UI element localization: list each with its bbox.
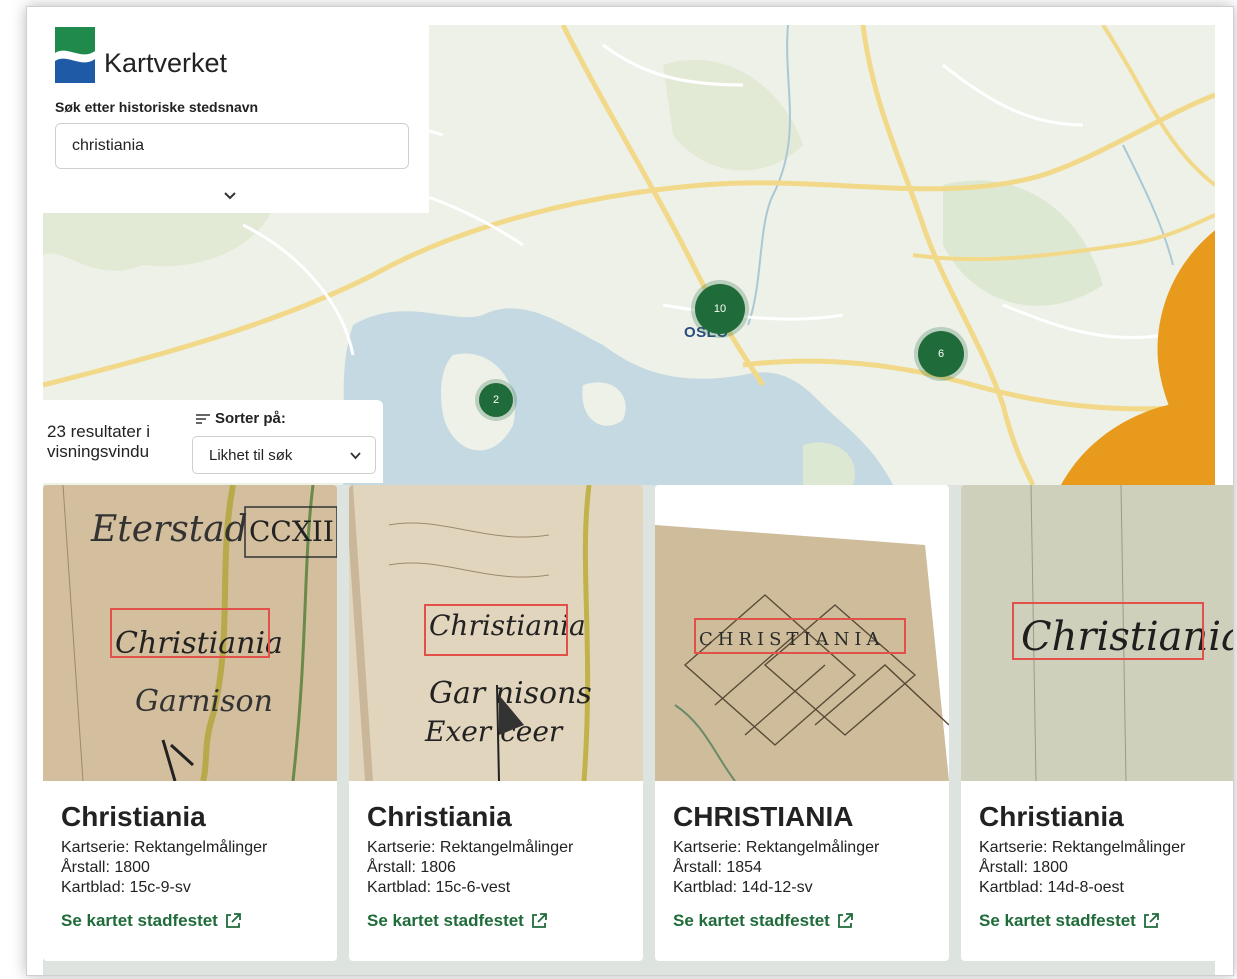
- result-card[interactable]: Christiania Christiania Kartserie: Rekta…: [961, 485, 1233, 961]
- external-link-icon: [1143, 913, 1159, 928]
- sort-label: Sorter på:: [195, 410, 286, 427]
- results-toolbar: 23 resultater i visningsvindu Sorter på:…: [43, 400, 383, 483]
- svg-text:Eterstad: Eterstad: [90, 509, 248, 550]
- see-map-link-label: Se kartet stadfestet: [979, 911, 1136, 930]
- external-link-icon: [531, 913, 547, 928]
- card-meta: Kartserie: Rektangelmålinger Årstall: 18…: [61, 838, 267, 898]
- see-map-link[interactable]: Se kartet stadfestet: [979, 911, 1160, 931]
- card-title: Christiania: [979, 801, 1124, 832]
- search-label: Søk etter historiske stedsnavn: [55, 99, 259, 115]
- results-count: 23 resultater i visningsvindu: [47, 422, 150, 461]
- map-snippet-image: CCXII Eterstad Christiania Garnison: [43, 485, 337, 781]
- card-series: Kartserie: Rektangelmålinger: [673, 839, 880, 856]
- card-series: Kartserie: Rektangelmålinger: [979, 839, 1186, 856]
- kartverket-logo-icon: [55, 27, 95, 83]
- card-title: CHRISTIANIA: [673, 801, 854, 832]
- card-year: Årstall: 1800: [979, 859, 1068, 876]
- brand-name: Kartverket: [104, 48, 228, 78]
- card-sheet: Kartblad: 14d-8-oest: [979, 879, 1124, 896]
- card-sheet: Kartblad: 15c-9-sv: [61, 879, 191, 896]
- see-map-link[interactable]: Se kartet stadfestet: [673, 911, 854, 931]
- card-meta: Kartserie: Rektangelmålinger Årstall: 18…: [979, 838, 1185, 898]
- card-year: Årstall: 1806: [367, 859, 456, 876]
- card-meta: Kartserie: Rektangelmålinger Årstall: 18…: [673, 838, 879, 898]
- sort-icon: [196, 413, 210, 424]
- card-year: Årstall: 1800: [61, 859, 150, 876]
- search-panel: Kartverket Søk etter historiske stedsnav…: [43, 25, 429, 213]
- card-meta: Kartserie: Rektangelmålinger Årstall: 18…: [367, 838, 573, 898]
- sort-label-text: Sorter på:: [215, 410, 286, 427]
- svg-text:CCXII: CCXII: [249, 515, 334, 548]
- card-sheet: Kartblad: 15c-6-vest: [367, 879, 511, 896]
- result-card[interactable]: Christiania Gar nisons Exer ceer Christi…: [349, 485, 643, 961]
- map-pin-icon[interactable]: [629, 385, 1215, 485]
- card-title: Christiania: [367, 801, 512, 832]
- map-cluster-marker[interactable]: 2: [479, 383, 513, 417]
- map-snippet-image: CHRISTIANIA: [655, 485, 949, 781]
- card-year: Årstall: 1854: [673, 859, 762, 876]
- map-snippet-image: Christiania Gar nisons Exer ceer: [349, 485, 643, 781]
- map-cluster-marker[interactable]: 10: [695, 284, 745, 334]
- map-snippet-image: Christiania: [961, 485, 1233, 781]
- chevron-down-icon[interactable]: [223, 191, 237, 201]
- see-map-link[interactable]: Se kartet stadfestet: [61, 911, 242, 931]
- svg-text:Garnison: Garnison: [135, 684, 273, 719]
- see-map-link-label: Se kartet stadfestet: [673, 911, 830, 930]
- external-link-icon: [225, 913, 241, 928]
- search-input[interactable]: [55, 123, 409, 169]
- card-sheet: Kartblad: 14d-12-sv: [673, 879, 813, 896]
- card-series: Kartserie: Rektangelmålinger: [61, 839, 268, 856]
- svg-text:Gar nisons: Gar nisons: [429, 676, 592, 711]
- external-link-icon: [837, 913, 853, 928]
- svg-text:CHRISTIANIA: CHRISTIANIA: [699, 629, 884, 650]
- svg-text:Christiania: Christiania: [115, 626, 283, 661]
- svg-text:Exer ceer: Exer ceer: [424, 715, 564, 748]
- sort-select-value: Likhet til søk: [209, 447, 293, 464]
- see-map-link[interactable]: Se kartet stadfestet: [367, 911, 548, 931]
- result-card[interactable]: CHRISTIANIA CHRISTIANIA Kartserie: Rekta…: [655, 485, 949, 961]
- results-cards: CCXII Eterstad Christiania Garnison Chri…: [43, 485, 1233, 975]
- result-card[interactable]: CCXII Eterstad Christiania Garnison Chri…: [43, 485, 337, 961]
- chevron-down-icon: [350, 452, 361, 460]
- see-map-link-label: Se kartet stadfestet: [61, 911, 218, 930]
- see-map-link-label: Se kartet stadfestet: [367, 911, 524, 930]
- sort-select[interactable]: Likhet til søk: [192, 436, 376, 474]
- card-series: Kartserie: Rektangelmålinger: [367, 839, 574, 856]
- svg-text:Christiania: Christiania: [429, 609, 586, 642]
- app-frame: OSLO 10 6 2 Kartverket Søk etter histori…: [26, 6, 1234, 976]
- card-title: Christiania: [61, 801, 206, 832]
